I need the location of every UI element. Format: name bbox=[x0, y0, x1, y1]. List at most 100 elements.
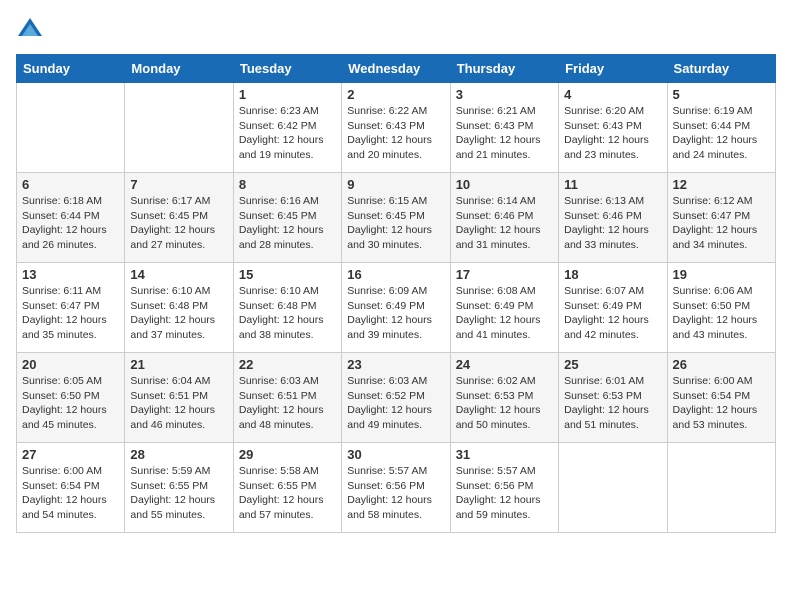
day-info: Sunrise: 6:11 AM Sunset: 6:47 PM Dayligh… bbox=[22, 284, 119, 343]
calendar-cell: 25 Sunrise: 6:01 AM Sunset: 6:53 PM Dayli… bbox=[559, 353, 667, 443]
day-number: 30 bbox=[347, 447, 444, 462]
calendar-cell bbox=[667, 443, 775, 533]
logo bbox=[16, 16, 48, 44]
calendar-body: 1 Sunrise: 6:23 AM Sunset: 6:42 PM Daylig… bbox=[17, 83, 776, 533]
day-number: 23 bbox=[347, 357, 444, 372]
day-number: 22 bbox=[239, 357, 336, 372]
day-number: 4 bbox=[564, 87, 661, 102]
weekday-header-saturday: Saturday bbox=[667, 55, 775, 83]
day-info: Sunrise: 6:00 AM Sunset: 6:54 PM Dayligh… bbox=[673, 374, 770, 433]
calendar-cell bbox=[559, 443, 667, 533]
day-info: Sunrise: 6:17 AM Sunset: 6:45 PM Dayligh… bbox=[130, 194, 227, 253]
day-number: 21 bbox=[130, 357, 227, 372]
day-info: Sunrise: 6:09 AM Sunset: 6:49 PM Dayligh… bbox=[347, 284, 444, 343]
calendar-week-row: 27 Sunrise: 6:00 AM Sunset: 6:54 PM Dayli… bbox=[17, 443, 776, 533]
weekday-header-thursday: Thursday bbox=[450, 55, 558, 83]
day-number: 17 bbox=[456, 267, 553, 282]
day-number: 6 bbox=[22, 177, 119, 192]
day-info: Sunrise: 6:05 AM Sunset: 6:50 PM Dayligh… bbox=[22, 374, 119, 433]
day-number: 1 bbox=[239, 87, 336, 102]
calendar-cell bbox=[125, 83, 233, 173]
day-info: Sunrise: 6:19 AM Sunset: 6:44 PM Dayligh… bbox=[673, 104, 770, 163]
day-info: Sunrise: 5:58 AM Sunset: 6:55 PM Dayligh… bbox=[239, 464, 336, 523]
calendar-cell: 11 Sunrise: 6:13 AM Sunset: 6:46 PM Dayli… bbox=[559, 173, 667, 263]
calendar-cell: 19 Sunrise: 6:06 AM Sunset: 6:50 PM Dayli… bbox=[667, 263, 775, 353]
day-number: 16 bbox=[347, 267, 444, 282]
calendar-cell: 5 Sunrise: 6:19 AM Sunset: 6:44 PM Daylig… bbox=[667, 83, 775, 173]
day-info: Sunrise: 6:14 AM Sunset: 6:46 PM Dayligh… bbox=[456, 194, 553, 253]
day-number: 18 bbox=[564, 267, 661, 282]
calendar-cell: 3 Sunrise: 6:21 AM Sunset: 6:43 PM Daylig… bbox=[450, 83, 558, 173]
day-info: Sunrise: 5:57 AM Sunset: 6:56 PM Dayligh… bbox=[347, 464, 444, 523]
day-number: 25 bbox=[564, 357, 661, 372]
weekday-header-wednesday: Wednesday bbox=[342, 55, 450, 83]
day-info: Sunrise: 6:03 AM Sunset: 6:51 PM Dayligh… bbox=[239, 374, 336, 433]
day-number: 2 bbox=[347, 87, 444, 102]
day-info: Sunrise: 5:59 AM Sunset: 6:55 PM Dayligh… bbox=[130, 464, 227, 523]
weekday-header-friday: Friday bbox=[559, 55, 667, 83]
calendar-cell: 21 Sunrise: 6:04 AM Sunset: 6:51 PM Dayli… bbox=[125, 353, 233, 443]
weekday-header-tuesday: Tuesday bbox=[233, 55, 341, 83]
day-number: 3 bbox=[456, 87, 553, 102]
calendar-cell: 28Sunrise: 5:59 AM Sunset: 6:55 PM Dayli… bbox=[125, 443, 233, 533]
day-info: Sunrise: 6:10 AM Sunset: 6:48 PM Dayligh… bbox=[130, 284, 227, 343]
page-header bbox=[16, 16, 776, 44]
calendar-week-row: 6 Sunrise: 6:18 AM Sunset: 6:44 PM Daylig… bbox=[17, 173, 776, 263]
day-info: Sunrise: 6:12 AM Sunset: 6:47 PM Dayligh… bbox=[673, 194, 770, 253]
day-number: 5 bbox=[673, 87, 770, 102]
day-number: 27 bbox=[22, 447, 119, 462]
calendar-cell: 8 Sunrise: 6:16 AM Sunset: 6:45 PM Daylig… bbox=[233, 173, 341, 263]
day-number: 14 bbox=[130, 267, 227, 282]
day-number: 9 bbox=[347, 177, 444, 192]
day-info: Sunrise: 6:16 AM Sunset: 6:45 PM Dayligh… bbox=[239, 194, 336, 253]
day-number: 10 bbox=[456, 177, 553, 192]
calendar-cell: 9 Sunrise: 6:15 AM Sunset: 6:45 PM Daylig… bbox=[342, 173, 450, 263]
day-info: Sunrise: 6:02 AM Sunset: 6:53 PM Dayligh… bbox=[456, 374, 553, 433]
day-number: 11 bbox=[564, 177, 661, 192]
day-info: Sunrise: 6:03 AM Sunset: 6:52 PM Dayligh… bbox=[347, 374, 444, 433]
day-info: Sunrise: 6:04 AM Sunset: 6:51 PM Dayligh… bbox=[130, 374, 227, 433]
day-info: Sunrise: 6:01 AM Sunset: 6:53 PM Dayligh… bbox=[564, 374, 661, 433]
calendar-cell: 16 Sunrise: 6:09 AM Sunset: 6:49 PM Dayli… bbox=[342, 263, 450, 353]
day-number: 29 bbox=[239, 447, 336, 462]
calendar-week-row: 20 Sunrise: 6:05 AM Sunset: 6:50 PM Dayli… bbox=[17, 353, 776, 443]
day-info: Sunrise: 6:13 AM Sunset: 6:46 PM Dayligh… bbox=[564, 194, 661, 253]
calendar-cell: 6 Sunrise: 6:18 AM Sunset: 6:44 PM Daylig… bbox=[17, 173, 125, 263]
calendar-cell: 7 Sunrise: 6:17 AM Sunset: 6:45 PM Daylig… bbox=[125, 173, 233, 263]
day-number: 13 bbox=[22, 267, 119, 282]
calendar-cell: 13 Sunrise: 6:11 AM Sunset: 6:47 PM Dayli… bbox=[17, 263, 125, 353]
day-number: 7 bbox=[130, 177, 227, 192]
calendar-cell: 31Sunrise: 5:57 AM Sunset: 6:56 PM Dayli… bbox=[450, 443, 558, 533]
calendar-week-row: 13 Sunrise: 6:11 AM Sunset: 6:47 PM Dayli… bbox=[17, 263, 776, 353]
calendar-cell: 23 Sunrise: 6:03 AM Sunset: 6:52 PM Dayli… bbox=[342, 353, 450, 443]
day-info: Sunrise: 6:21 AM Sunset: 6:43 PM Dayligh… bbox=[456, 104, 553, 163]
day-info: Sunrise: 6:20 AM Sunset: 6:43 PM Dayligh… bbox=[564, 104, 661, 163]
day-number: 8 bbox=[239, 177, 336, 192]
calendar-cell: 17Sunrise: 6:08 AM Sunset: 6:49 PM Dayli… bbox=[450, 263, 558, 353]
day-number: 20 bbox=[22, 357, 119, 372]
day-number: 19 bbox=[673, 267, 770, 282]
calendar-cell: 20 Sunrise: 6:05 AM Sunset: 6:50 PM Dayli… bbox=[17, 353, 125, 443]
calendar-header-row: SundayMondayTuesdayWednesdayThursdayFrid… bbox=[17, 55, 776, 83]
weekday-header-sunday: Sunday bbox=[17, 55, 125, 83]
logo-icon bbox=[16, 16, 44, 44]
day-info: Sunrise: 6:06 AM Sunset: 6:50 PM Dayligh… bbox=[673, 284, 770, 343]
calendar-cell: 26Sunrise: 6:00 AM Sunset: 6:54 PM Dayli… bbox=[667, 353, 775, 443]
calendar-cell: 10 Sunrise: 6:14 AM Sunset: 6:46 PM Dayli… bbox=[450, 173, 558, 263]
calendar: SundayMondayTuesdayWednesdayThursdayFrid… bbox=[16, 54, 776, 533]
calendar-cell: 30 Sunrise: 5:57 AM Sunset: 6:56 PM Dayli… bbox=[342, 443, 450, 533]
day-info: Sunrise: 6:18 AM Sunset: 6:44 PM Dayligh… bbox=[22, 194, 119, 253]
calendar-cell: 27 Sunrise: 6:00 AM Sunset: 6:54 PM Dayli… bbox=[17, 443, 125, 533]
day-info: Sunrise: 5:57 AM Sunset: 6:56 PM Dayligh… bbox=[456, 464, 553, 523]
day-info: Sunrise: 6:00 AM Sunset: 6:54 PM Dayligh… bbox=[22, 464, 119, 523]
calendar-cell: 18Sunrise: 6:07 AM Sunset: 6:49 PM Dayli… bbox=[559, 263, 667, 353]
calendar-cell: 14 Sunrise: 6:10 AM Sunset: 6:48 PM Dayli… bbox=[125, 263, 233, 353]
calendar-cell: 1 Sunrise: 6:23 AM Sunset: 6:42 PM Daylig… bbox=[233, 83, 341, 173]
day-info: Sunrise: 6:23 AM Sunset: 6:42 PM Dayligh… bbox=[239, 104, 336, 163]
day-number: 24 bbox=[456, 357, 553, 372]
weekday-header-monday: Monday bbox=[125, 55, 233, 83]
calendar-cell: 2Sunrise: 6:22 AM Sunset: 6:43 PM Daylig… bbox=[342, 83, 450, 173]
calendar-cell: 22 Sunrise: 6:03 AM Sunset: 6:51 PM Dayli… bbox=[233, 353, 341, 443]
day-info: Sunrise: 6:15 AM Sunset: 6:45 PM Dayligh… bbox=[347, 194, 444, 253]
calendar-week-row: 1 Sunrise: 6:23 AM Sunset: 6:42 PM Daylig… bbox=[17, 83, 776, 173]
